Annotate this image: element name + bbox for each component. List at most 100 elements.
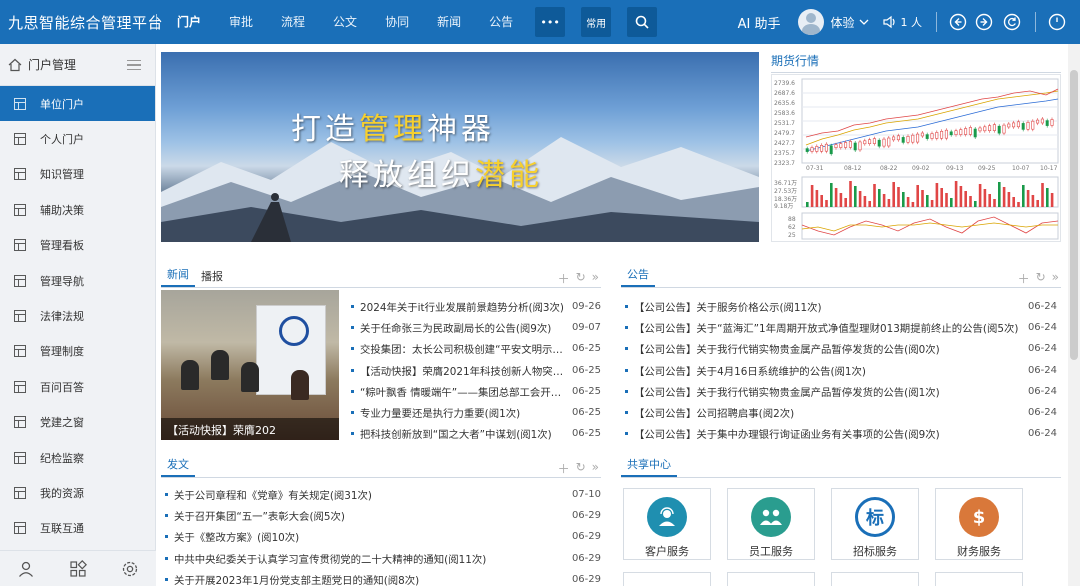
post-item[interactable]: 关于开展2023年1月份党支部主题党日的通知(阅8次) 06-29: [165, 569, 601, 586]
news-item[interactable]: 2024年关于it行业发展前景趋势分析(阅3次) 09-26: [351, 296, 601, 317]
notice-item[interactable]: 【公司公告】关于服务价格公示(阅11次) 06-24: [625, 296, 1057, 317]
item-title[interactable]: 交投集团：太长公司积极创建“平安文明示范...: [360, 341, 566, 356]
collapse-menu-icon[interactable]: [127, 60, 141, 70]
nav-collaboration[interactable]: 协同: [371, 0, 423, 44]
more-icon[interactable]: »: [1052, 270, 1059, 287]
more-button[interactable]: •••: [535, 7, 566, 37]
gear-icon[interactable]: [121, 560, 139, 578]
finance-service-card[interactable]: $ 财务服务: [935, 488, 1023, 560]
sidebar-item-personal-portal[interactable]: 个人门户: [0, 121, 155, 156]
item-title[interactable]: “粽叶飘香 情暖端午”——集团总部工会开展...: [360, 384, 566, 399]
item-title[interactable]: 关于任命张三为民政副局长的公告(阅9次): [360, 320, 566, 335]
sidebar-item-party[interactable]: 党建之窗: [0, 405, 155, 440]
item-title[interactable]: 【公司公告】关于我行代销实物贵金属产品暂停发货的公告(阅1次): [634, 384, 1022, 399]
refresh-icon[interactable]: ↻: [1036, 270, 1046, 287]
news-item[interactable]: 专业力量要还是执行力重要(阅1次) 06-25: [351, 402, 601, 423]
item-title[interactable]: 关于公司章程和《党章》有关规定(阅31次): [174, 487, 566, 502]
item-title[interactable]: 专业力量要还是执行力重要(阅1次): [360, 405, 566, 420]
nav-portal[interactable]: 门户: [163, 0, 215, 44]
refresh-icon[interactable]: ↻: [576, 270, 586, 287]
sidebar-item-knowledge[interactable]: 知识管理: [0, 157, 155, 192]
chevron-down-icon[interactable]: [859, 18, 869, 26]
post-item[interactable]: 关于《整改方案》(阅10次) 06-29: [165, 526, 601, 547]
item-title[interactable]: 【公司公告】关于集中办理银行询证函业务有关事项的公告(阅9次): [634, 426, 1022, 441]
add-icon[interactable]: ＋: [558, 270, 570, 287]
sidebar-item-laws[interactable]: 法律法规: [0, 298, 155, 333]
common-button[interactable]: 常用: [581, 7, 612, 37]
notice-item[interactable]: 【公司公告】关于4月16日系统维护的公告(阅1次) 06-24: [625, 360, 1057, 381]
item-title[interactable]: 关于召开集团“五一”表彰大会(阅5次): [174, 508, 566, 523]
sidebar-item-unit-portal[interactable]: 单位门户: [0, 86, 155, 122]
user-icon[interactable]: [17, 560, 35, 578]
notice-item[interactable]: 【公司公告】关于我行代销实物贵金属产品暂停发货的公告(阅0次) 06-24: [625, 338, 1057, 359]
nav-process[interactable]: 流程: [267, 0, 319, 44]
news-item[interactable]: 关于任命张三为民政副局长的公告(阅9次) 09-07: [351, 317, 601, 338]
item-title[interactable]: 【公司公告】关于4月16日系统维护的公告(阅1次): [634, 363, 1022, 378]
nav-document[interactable]: 公文: [319, 0, 371, 44]
refresh-icon[interactable]: ↻: [576, 460, 586, 477]
customer-service-card[interactable]: 客户服务: [623, 488, 711, 560]
sidebar-item-dashboard[interactable]: 管理看板: [0, 228, 155, 263]
post-title[interactable]: 发文: [161, 456, 195, 477]
card-top[interactable]: [623, 572, 711, 586]
back-icon[interactable]: [949, 13, 967, 31]
sidebar-item-resources[interactable]: 我的资源: [0, 475, 155, 510]
share-title[interactable]: 共享中心: [621, 456, 677, 477]
card-top[interactable]: [831, 572, 919, 586]
futures-title[interactable]: 期货行情: [771, 52, 820, 73]
item-title[interactable]: 把科技创新放到“国之大者”中谋划(阅1次): [360, 426, 566, 441]
post-item[interactable]: 中共中央纪委关于认真学习宣传贯彻党的二十大精神的通知(阅11次) 06-29: [165, 548, 601, 569]
notice-item[interactable]: 【公司公告】公司招聘启事(阅2次) 06-24: [625, 402, 1057, 423]
staff-service-card[interactable]: 员工服务: [727, 488, 815, 560]
sidebar-item-decision[interactable]: 辅助决策: [0, 192, 155, 227]
item-title[interactable]: 【公司公告】关于服务价格公示(阅11次): [634, 299, 1022, 314]
ai-assistant-button[interactable]: AI 助手: [738, 13, 781, 32]
sidebar-item-rules[interactable]: 管理制度: [0, 334, 155, 369]
apps-icon[interactable]: [69, 559, 87, 578]
more-icon[interactable]: »: [592, 460, 599, 477]
item-title[interactable]: 【公司公告】关于我行代销实物贵金属产品暂停发货的公告(阅0次): [634, 341, 1022, 356]
sidebar-item-interconnect[interactable]: 互联互通: [0, 511, 155, 546]
forward-icon[interactable]: [975, 13, 993, 31]
sidebar-item-discipline[interactable]: 纪检监察: [0, 440, 155, 475]
news-item[interactable]: 【活动快报】荣膺2021年科技创新人物突出贡... 06-25: [351, 360, 601, 381]
post-item[interactable]: 关于召开集团“五一”表彰大会(阅5次) 06-29: [165, 505, 601, 526]
news-item[interactable]: “粽叶飘香 情暖端午”——集团总部工会开展... 06-25: [351, 381, 601, 402]
search-button[interactable]: [627, 7, 658, 37]
item-title[interactable]: 中共中央纪委关于认真学习宣传贯彻党的二十大精神的通知(阅11次): [174, 551, 566, 566]
avatar[interactable]: [798, 9, 825, 35]
notice-item[interactable]: 【公司公告】关于集中办理银行询证函业务有关事项的公告(阅9次) 06-24: [625, 423, 1057, 444]
bidding-service-card[interactable]: 标 招标服务: [831, 488, 919, 560]
item-title[interactable]: 关于《整改方案》(阅10次): [174, 529, 566, 544]
item-title[interactable]: 【活动快报】荣膺2021年科技创新人物突出贡...: [360, 363, 566, 378]
item-title[interactable]: 关于开展2023年1月份党支部主题党日的通知(阅8次): [174, 572, 566, 586]
item-title[interactable]: 【公司公告】公司招聘启事(阅2次): [634, 405, 1022, 420]
nav-news[interactable]: 新闻: [423, 0, 475, 44]
sidebar-item-faq[interactable]: 百问百答: [0, 369, 155, 404]
card-top[interactable]: [727, 572, 815, 586]
post-item[interactable]: 关于公司章程和《党章》有关规定(阅31次) 07-10: [165, 484, 601, 505]
news-image[interactable]: 【活动快报】荣膺202: [161, 290, 339, 440]
futures-chart[interactable]: 2739.6 2687.6 2635.6 2583.6 2531.7 2479.7 2427…: [771, 74, 1061, 242]
news-item[interactable]: 交投集团：太长公司积极创建“平安文明示范... 06-25: [351, 338, 601, 359]
nav-notice[interactable]: 公告: [475, 0, 527, 44]
tab-broadcast[interactable]: 播报: [195, 268, 229, 287]
notice-item[interactable]: 【公司公告】关于我行代销实物贵金属产品暂停发货的公告(阅1次) 06-24: [625, 381, 1057, 402]
more-icon[interactable]: »: [592, 270, 599, 287]
card-top[interactable]: [935, 572, 1023, 586]
scrollbar-thumb[interactable]: [1070, 70, 1078, 360]
add-icon[interactable]: ＋: [558, 460, 570, 477]
item-title[interactable]: 【公司公告】关于“蓝海汇”1年周期开放式净值型理财013期提前终止的公告(阅5次…: [634, 320, 1022, 335]
notice-title[interactable]: 公告: [621, 266, 655, 287]
news-item[interactable]: 把科技创新放到“国之大者”中谋划(阅1次) 06-25: [351, 423, 601, 444]
notice-item[interactable]: 【公司公告】关于“蓝海汇”1年周期开放式净值型理财013期提前终止的公告(阅5次…: [625, 317, 1057, 338]
item-title[interactable]: 2024年关于it行业发展前景趋势分析(阅3次): [360, 299, 566, 314]
speaker-icon[interactable]: [882, 15, 897, 29]
nav-approval[interactable]: 审批: [215, 0, 267, 44]
tab-news[interactable]: 新闻: [161, 266, 195, 287]
refresh-icon[interactable]: [1003, 13, 1021, 31]
sidebar-item-navigation[interactable]: 管理导航: [0, 263, 155, 298]
banner[interactable]: 打造管理神器 释放组织潜能: [161, 52, 759, 242]
user-name[interactable]: 体验: [830, 14, 854, 31]
add-icon[interactable]: ＋: [1018, 270, 1030, 287]
